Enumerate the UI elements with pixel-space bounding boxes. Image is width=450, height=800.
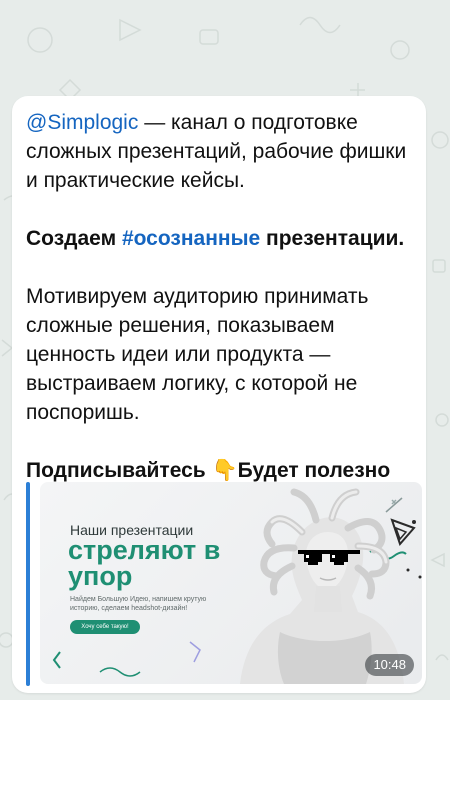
- cta-paragraph: Подписывайтесь 👇Будет полезно: [26, 456, 420, 485]
- cta-text: Подписывайтесь: [26, 459, 212, 482]
- screen: @Simplogic — канал о подготовке сложных …: [0, 0, 450, 800]
- cta-end: Будет полезно: [237, 459, 391, 482]
- hashtag-link[interactable]: #осознанные: [122, 227, 260, 250]
- channel-mention-link[interactable]: @Simplogic: [26, 111, 138, 134]
- message-bubble[interactable]: @Simplogic — канал о подготовке сложных …: [12, 96, 426, 693]
- bottom-area: [0, 700, 450, 800]
- video-duration-badge: 10:48: [365, 654, 414, 676]
- message-text: @Simplogic — канал о подготовке сложных …: [26, 108, 420, 485]
- tagline-start: Создаем: [26, 227, 122, 250]
- tagline-end: презентации.: [260, 227, 405, 250]
- tagline-paragraph: Создаем #осознанные презентации.: [26, 224, 420, 253]
- preview-image[interactable]: Наши презентации стреляют в упор Найдем …: [40, 482, 422, 684]
- intro-paragraph: @Simplogic — канал о подготовке сложных …: [26, 108, 420, 195]
- preview-big-title: стреляют в упор: [68, 535, 221, 591]
- pointing-down-icon: 👇: [211, 459, 238, 482]
- preview-cta-button[interactable]: Хочу себе такую!: [70, 620, 140, 634]
- preview-description: Найдем Большую Идею, напишем крутую исто…: [70, 596, 207, 612]
- description-paragraph: Мотивируем аудиторию принимать сложные р…: [26, 285, 369, 424]
- preview-accent-bar: [26, 482, 30, 686]
- link-preview[interactable]: Наши презентации стреляют в упор Найдем …: [26, 482, 422, 686]
